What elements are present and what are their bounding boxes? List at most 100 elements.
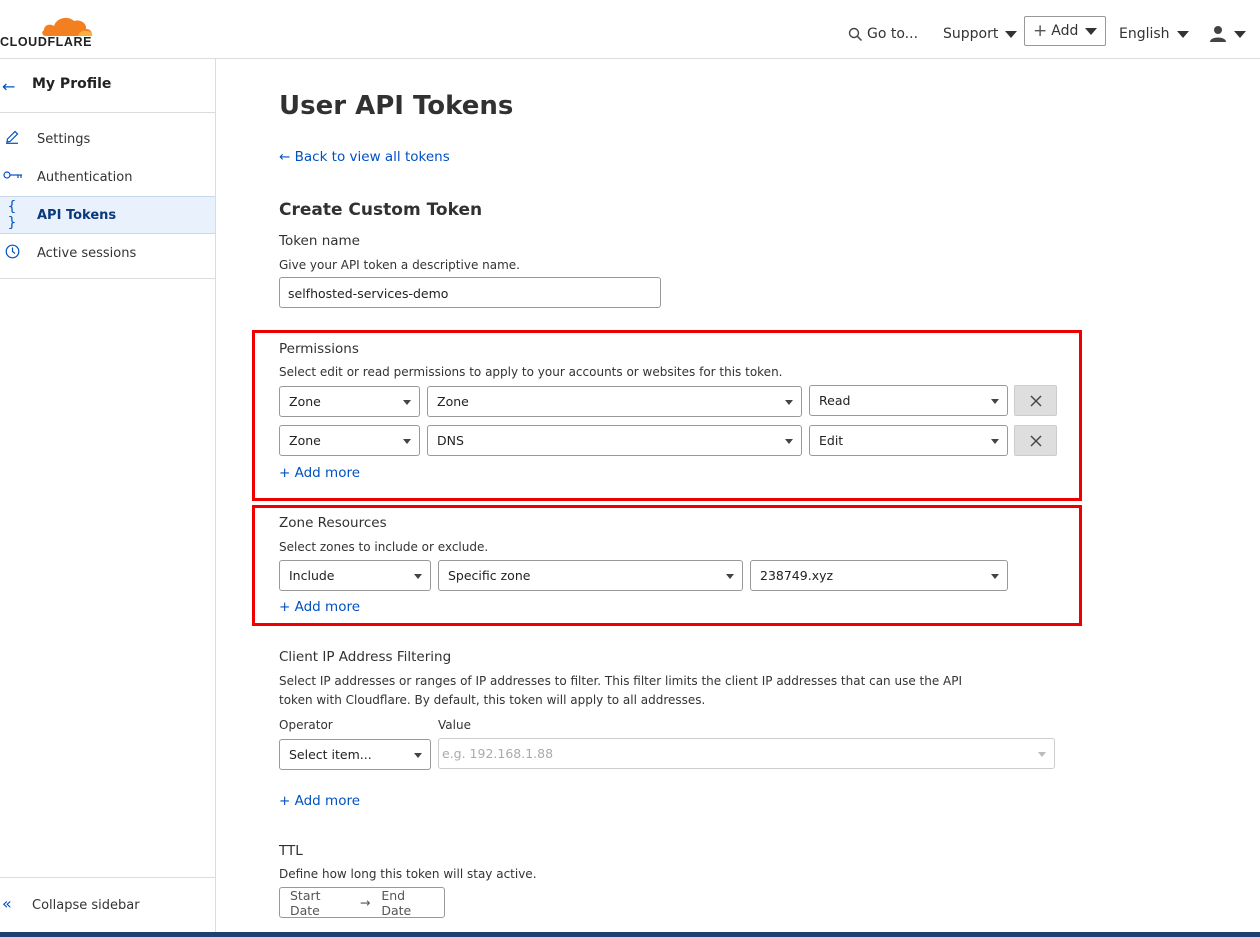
select-value: Edit bbox=[819, 433, 844, 448]
braces-icon: { } bbox=[7, 199, 17, 231]
select-value: Zone bbox=[289, 433, 321, 448]
permission-scope-select[interactable]: Zone bbox=[279, 425, 420, 456]
sidebar: ← My Profile Settings Authentication { }… bbox=[0, 59, 216, 932]
collapse-sidebar-button[interactable]: « Collapse sidebar bbox=[0, 877, 215, 932]
collapse-sidebar-label: Collapse sidebar bbox=[32, 898, 140, 913]
end-date-field[interactable]: End Date bbox=[381, 888, 434, 918]
caret-down-icon bbox=[991, 574, 999, 579]
close-icon bbox=[1030, 395, 1041, 406]
add-more-label: Add more bbox=[294, 599, 361, 615]
search-icon bbox=[848, 27, 863, 41]
double-chevron-left-icon: « bbox=[2, 894, 12, 913]
plus-icon: + bbox=[279, 793, 291, 809]
logo-text: CLOUDFLARE bbox=[0, 35, 93, 49]
permission-resource-select[interactable]: DNS bbox=[427, 425, 802, 456]
arrow-right-icon: → bbox=[359, 895, 371, 910]
permissions-label: Permissions bbox=[279, 341, 359, 357]
sidebar-item-label: Active sessions bbox=[37, 245, 137, 261]
caret-down-icon bbox=[1038, 752, 1046, 757]
key-icon bbox=[3, 169, 22, 185]
goto-button[interactable]: Go to... bbox=[848, 19, 918, 49]
section-title: Create Custom Token bbox=[279, 200, 483, 220]
support-menu[interactable]: Support bbox=[943, 19, 1018, 49]
remove-permission-button[interactable] bbox=[1014, 425, 1057, 456]
caret-down-icon bbox=[1005, 30, 1018, 38]
remove-permission-button[interactable] bbox=[1014, 385, 1057, 416]
plus-icon: + bbox=[1033, 21, 1048, 41]
user-icon bbox=[1210, 26, 1226, 42]
caret-down-icon bbox=[1234, 30, 1246, 38]
select-value: Include bbox=[289, 568, 335, 583]
taskbar bbox=[0, 932, 1260, 937]
arrow-left-icon[interactable]: ← bbox=[2, 77, 15, 96]
value-label: Value bbox=[438, 718, 471, 732]
add-more-permissions-link[interactable]: + Add more bbox=[279, 465, 360, 481]
language-menu[interactable]: English bbox=[1119, 19, 1189, 49]
support-label: Support bbox=[943, 26, 999, 42]
add-button[interactable]: + Add bbox=[1024, 16, 1107, 46]
select-value: Specific zone bbox=[448, 568, 531, 583]
pencil-icon bbox=[3, 130, 21, 148]
sidebar-item-label: API Tokens bbox=[37, 207, 117, 223]
sidebar-item-active-sessions[interactable]: Active sessions bbox=[0, 234, 215, 272]
close-icon bbox=[1030, 435, 1041, 446]
caret-down-icon bbox=[1176, 30, 1189, 38]
add-more-label: Add more bbox=[294, 465, 361, 481]
plus-icon: + bbox=[279, 465, 291, 481]
ttl-help: Define how long this token will stay act… bbox=[279, 867, 537, 881]
zone-select[interactable]: 238749.xyz bbox=[750, 560, 1008, 591]
arrow-left-icon: ← bbox=[279, 149, 291, 165]
cloudflare-logo[interactable]: CLOUDFLARE bbox=[0, 15, 100, 51]
cloud-icon bbox=[42, 17, 93, 36]
permission-resource-select[interactable]: Zone bbox=[427, 386, 802, 417]
select-value: Select item... bbox=[289, 747, 372, 762]
permissions-help: Select edit or read permissions to apply… bbox=[279, 365, 783, 379]
sidebar-item-settings[interactable]: Settings bbox=[0, 120, 215, 158]
select-value: Zone bbox=[289, 394, 321, 409]
select-value: Read bbox=[819, 393, 851, 408]
zone-resources-help: Select zones to include or exclude. bbox=[279, 540, 489, 554]
select-value: Zone bbox=[437, 394, 469, 409]
sidebar-title: My Profile bbox=[32, 76, 112, 92]
permission-access-select[interactable]: Read bbox=[809, 385, 1008, 416]
add-more-zones-link[interactable]: + Add more bbox=[279, 599, 360, 615]
caret-down-icon bbox=[414, 574, 422, 579]
back-link[interactable]: ← Back to view all tokens bbox=[279, 149, 450, 165]
permission-scope-select[interactable]: Zone bbox=[279, 386, 420, 417]
zone-resources-label: Zone Resources bbox=[279, 515, 387, 531]
operator-label: Operator bbox=[279, 718, 333, 732]
token-name-input[interactable]: selfhosted-services-demo bbox=[279, 277, 661, 308]
plus-icon: + bbox=[279, 599, 291, 615]
ttl-date-range[interactable]: Start Date → End Date bbox=[279, 887, 445, 918]
select-value: DNS bbox=[437, 433, 464, 448]
user-menu[interactable] bbox=[1209, 19, 1246, 49]
token-name-label: Token name bbox=[279, 233, 360, 249]
caret-down-icon bbox=[1085, 27, 1098, 35]
ttl-label: TTL bbox=[279, 843, 303, 859]
permission-access-select[interactable]: Edit bbox=[809, 425, 1008, 456]
caret-down-icon bbox=[785, 439, 793, 444]
operator-select[interactable]: Select item... bbox=[279, 739, 431, 770]
top-navigation-bar: CLOUDFLARE Go to... Support + Add Englis… bbox=[0, 0, 1260, 59]
select-value: 238749.xyz bbox=[760, 568, 834, 583]
goto-label: Go to... bbox=[867, 26, 919, 42]
main-content: User API Tokens ← Back to view all token… bbox=[216, 59, 1260, 932]
sidebar-header: ← My Profile bbox=[0, 59, 215, 113]
add-label: Add bbox=[1051, 23, 1079, 39]
sidebar-item-api-tokens[interactable]: { } API Tokens bbox=[0, 196, 215, 234]
zone-type-select[interactable]: Specific zone bbox=[438, 560, 743, 591]
ip-value-select[interactable]: e.g. 192.168.1.88 bbox=[438, 738, 1055, 769]
sidebar-divider bbox=[0, 278, 215, 279]
caret-down-icon bbox=[726, 574, 734, 579]
token-name-help: Give your API token a descriptive name. bbox=[279, 258, 520, 272]
sidebar-item-label: Authentication bbox=[37, 169, 133, 185]
sidebar-item-label: Settings bbox=[37, 131, 91, 147]
caret-down-icon bbox=[785, 400, 793, 405]
sidebar-item-authentication[interactable]: Authentication bbox=[0, 158, 215, 196]
back-link-label: Back to view all tokens bbox=[294, 149, 450, 165]
start-date-field[interactable]: Start Date bbox=[290, 888, 349, 918]
caret-down-icon bbox=[403, 400, 411, 405]
caret-down-icon bbox=[991, 439, 999, 444]
add-more-ip-link[interactable]: + Add more bbox=[279, 793, 360, 809]
zone-include-select[interactable]: Include bbox=[279, 560, 431, 591]
